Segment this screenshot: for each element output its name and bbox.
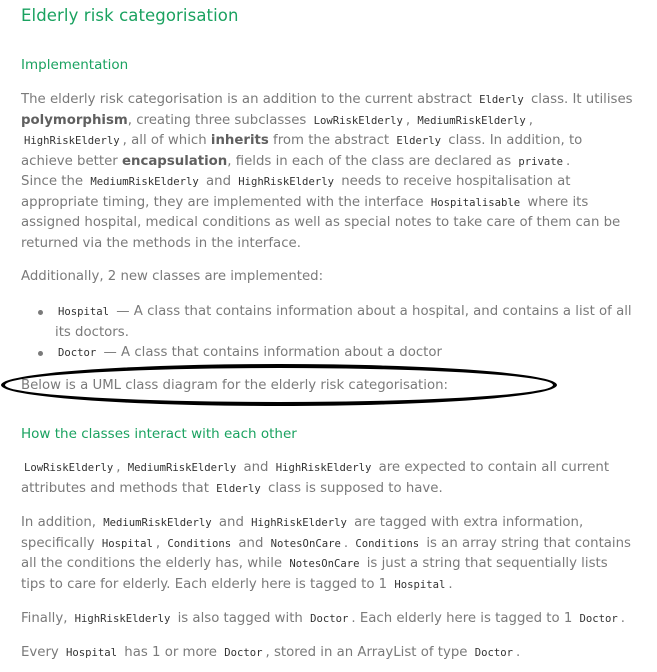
list-item: Doctor — A class that contains informati… bbox=[21, 343, 635, 364]
code-mediumriskelderly: MediumRiskElderly bbox=[90, 176, 199, 188]
code-hospitalisable: Hospitalisable bbox=[430, 196, 521, 209]
code-hospital: Hospital bbox=[58, 306, 110, 318]
code-mediumriskelderly: MediumRiskElderly bbox=[103, 517, 212, 529]
implementation-paragraph-2: Since the MediumRiskElderly and HighRisk… bbox=[21, 174, 621, 251]
code-highriskelderly: HighRiskElderly bbox=[275, 462, 372, 474]
bold-encapsulation: encapsulation bbox=[121, 153, 228, 169]
interaction-paragraph-3: Finally, HighRiskElderly is also tagged … bbox=[21, 611, 626, 626]
section-heading-interaction: How the classes interact with each other bbox=[21, 426, 297, 442]
code-doctor: Doctor bbox=[58, 347, 97, 360]
code-mediumriskelderly: MediumRiskElderly bbox=[417, 114, 526, 127]
bold-polymorphism: polymorphism bbox=[21, 112, 128, 128]
implementation-paragraph-1: The elderly risk categorisation is an ad… bbox=[21, 92, 633, 169]
code-hospital: Hospital bbox=[394, 578, 446, 591]
bold-inherits: inherits bbox=[210, 133, 269, 149]
code-conditions: Conditions bbox=[355, 537, 420, 550]
code-doctor: Doctor bbox=[310, 613, 349, 625]
code-private: private bbox=[518, 155, 564, 168]
implementation-paragraph-3: Additionally, 2 new classes are implemen… bbox=[21, 269, 324, 284]
code-highriskelderly: HighRiskElderly bbox=[238, 176, 334, 188]
code-elderly: Elderly bbox=[396, 135, 442, 148]
code-doctor: Doctor bbox=[224, 647, 263, 659]
code-elderly: Elderly bbox=[216, 482, 261, 495]
code-hospital: Hospital bbox=[66, 647, 118, 659]
code-mediumriskelderly: MediumRiskElderly bbox=[127, 462, 237, 474]
interaction-paragraph-4: Every Hospital has 1 or more Doctor, sto… bbox=[21, 645, 521, 660]
interaction-paragraph-1: LowRiskElderly, MediumRiskElderly and Hi… bbox=[21, 460, 610, 496]
annotation-oval bbox=[1, 364, 557, 406]
code-highriskelderly: HighRiskElderly bbox=[24, 135, 120, 148]
code-notesoncare: NotesOnCare bbox=[289, 558, 360, 571]
code-lowriskelderly: LowRiskElderly bbox=[313, 114, 403, 127]
code-doctor: Doctor bbox=[579, 613, 618, 625]
code-hospital: Hospital bbox=[101, 537, 153, 550]
code-doctor: Doctor bbox=[474, 647, 513, 659]
code-elderly: Elderly bbox=[479, 94, 524, 106]
code-conditions: Conditions bbox=[167, 537, 232, 550]
code-highriskelderly: HighRiskElderly bbox=[251, 517, 347, 529]
code-lowriskelderly: LowRiskElderly bbox=[24, 462, 114, 474]
section-heading-implementation: Implementation bbox=[21, 57, 129, 73]
code-highriskelderly: HighRiskElderly bbox=[74, 613, 171, 625]
interaction-paragraph-2: In addition, MediumRiskElderly and HighR… bbox=[21, 515, 631, 592]
page-title: Elderly risk categorisation bbox=[21, 6, 239, 25]
list-item: Hospital — A class that contains informa… bbox=[21, 302, 635, 343]
code-notesoncare: NotesOnCare bbox=[270, 537, 341, 550]
new-classes-list: Hospital — A class that contains informa… bbox=[21, 302, 635, 364]
